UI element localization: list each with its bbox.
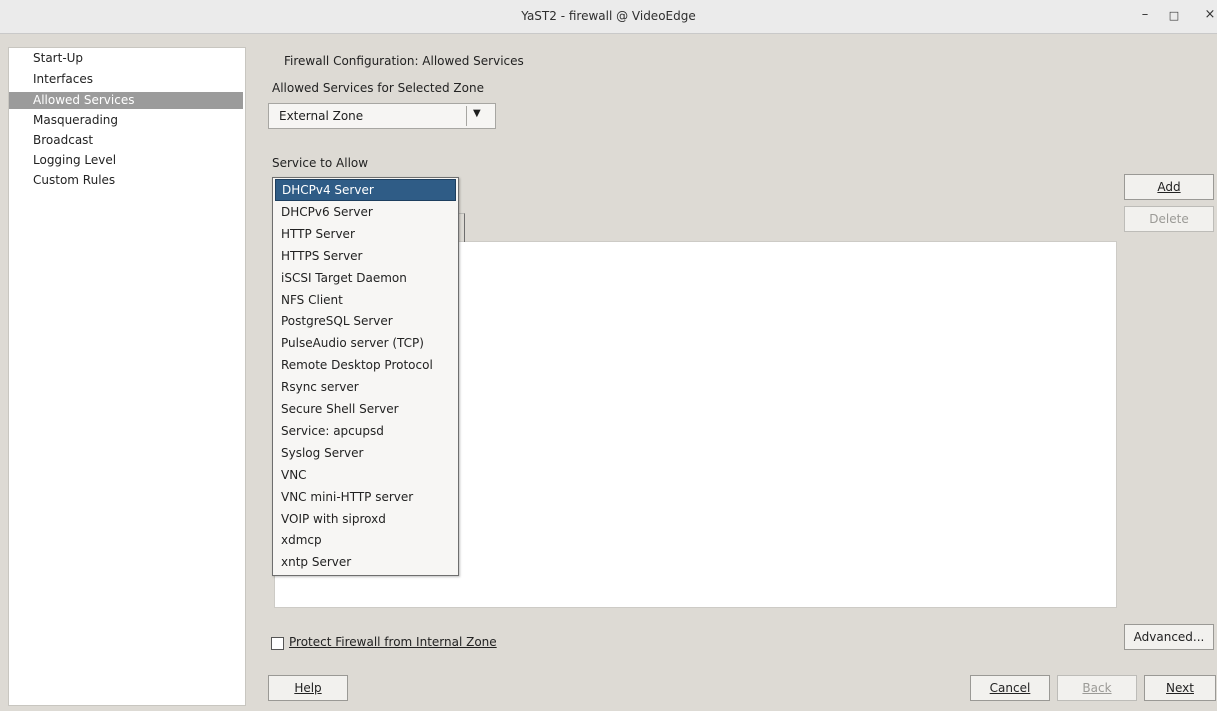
dropdown-option[interactable]: xntp Server: [275, 551, 456, 573]
help-button-label: Help: [294, 681, 322, 695]
add-button-label: Add: [1157, 180, 1181, 194]
dropdown-option[interactable]: iSCSI Target Daemon: [275, 267, 456, 289]
dropdown-option[interactable]: Syslog Server: [275, 442, 456, 464]
dropdown-option[interactable]: Secure Shell Server: [275, 398, 456, 420]
service-select-edge: [458, 213, 465, 242]
zone-label: Allowed Services for Selected Zone: [272, 81, 484, 95]
dropdown-option[interactable]: Remote Desktop Protocol: [275, 354, 456, 376]
dropdown-option[interactable]: DHCPv6 Server: [275, 201, 456, 223]
sidebar-item-interfaces[interactable]: Interfaces: [9, 71, 243, 88]
chevron-down-icon[interactable]: ▼: [473, 108, 481, 119]
back-button-label: Back: [1082, 681, 1112, 695]
dropdown-option[interactable]: Service: apcupsd: [275, 420, 456, 442]
next-button[interactable]: Next: [1144, 675, 1216, 701]
sidebar-tree: Start-Up Interfaces Allowed Services Mas…: [8, 47, 246, 706]
sidebar-item-allowed-services[interactable]: Allowed Services: [9, 92, 243, 109]
dropdown-option[interactable]: Rsync server: [275, 376, 456, 398]
delete-button[interactable]: Delete: [1124, 206, 1214, 232]
dropdown-option[interactable]: HTTPS Server: [275, 245, 456, 267]
dropdown-option[interactable]: VOIP with siproxd: [275, 508, 456, 530]
back-button[interactable]: Back: [1057, 675, 1137, 701]
dropdown-option[interactable]: xdmcp: [275, 529, 456, 551]
minimize-icon[interactable]: –: [1136, 7, 1154, 22]
protect-firewall-label[interactable]: Protect Firewall from Internal Zone: [289, 635, 497, 649]
cancel-button[interactable]: Cancel: [970, 675, 1050, 701]
zone-select[interactable]: External Zone ▼: [268, 103, 496, 129]
page-title: Firewall Configuration: Allowed Services: [284, 54, 524, 68]
protect-firewall-checkbox[interactable]: [271, 637, 284, 650]
dropdown-option[interactable]: VNC mini-HTTP server: [275, 486, 456, 508]
window-title: YaST2 - firewall @ VideoEdge: [521, 9, 696, 23]
sidebar-item-broadcast[interactable]: Broadcast: [9, 132, 243, 149]
advanced-button-label: Advanced...: [1133, 630, 1205, 644]
help-button[interactable]: Help: [268, 675, 348, 701]
next-button-label: Next: [1166, 681, 1194, 695]
service-label: Service to Allow: [272, 156, 369, 170]
sidebar-item-custom-rules[interactable]: Custom Rules: [9, 172, 243, 189]
window-titlebar: YaST2 - firewall @ VideoEdge – □ ×: [0, 0, 1217, 34]
zone-select-value: External Zone: [279, 109, 364, 123]
zone-select-divider: [466, 106, 467, 126]
sidebar-item-start-up[interactable]: Start-Up: [9, 50, 243, 67]
close-icon[interactable]: ×: [1201, 7, 1217, 22]
service-dropdown-list[interactable]: DHCPv4 Server DHCPv6 Server HTTP Server HTT…: [272, 177, 459, 576]
delete-button-label: Delete: [1149, 212, 1189, 226]
advanced-button[interactable]: Advanced...: [1124, 624, 1214, 650]
add-button[interactable]: Add: [1124, 174, 1214, 200]
cancel-button-label: Cancel: [989, 681, 1031, 695]
dropdown-option[interactable]: PostgreSQL Server: [275, 310, 456, 332]
sidebar-item-logging-level[interactable]: Logging Level: [9, 152, 243, 169]
dropdown-option[interactable]: HTTP Server: [275, 223, 456, 245]
dropdown-option[interactable]: VNC: [275, 464, 456, 486]
dropdown-option[interactable]: PulseAudio server (TCP): [275, 332, 456, 354]
sidebar-item-masquerading[interactable]: Masquerading: [9, 112, 243, 129]
maximize-icon[interactable]: □: [1165, 9, 1183, 22]
dropdown-option[interactable]: DHCPv4 Server: [275, 179, 456, 201]
dropdown-option[interactable]: NFS Client: [275, 289, 456, 311]
